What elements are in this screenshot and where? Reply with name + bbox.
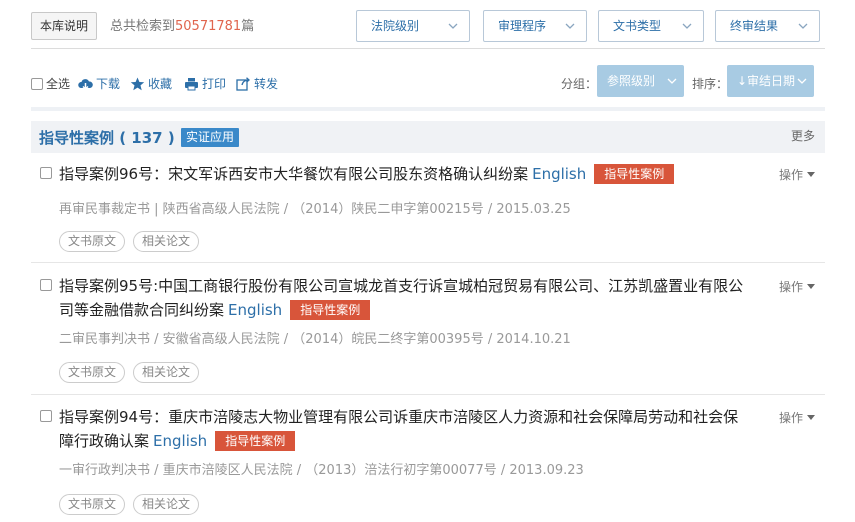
operation-label: 操作 xyxy=(778,411,803,425)
more-link[interactable]: 更多 xyxy=(791,127,815,144)
case-divider xyxy=(31,394,825,395)
result-count-suffix: 篇 xyxy=(241,19,255,34)
case-meta: 二审民事判决书 / 安徽省高级人民法院 / （2014）皖民二终字第00395号… xyxy=(59,332,571,347)
guiding-case-badge: 指导性案例 xyxy=(594,164,675,184)
original-document-button[interactable]: 文书原文 xyxy=(59,231,126,252)
chevron-down-icon xyxy=(798,23,808,29)
download-button[interactable]: 下载 xyxy=(78,75,120,92)
case-title-line: 指导案例96号：宋文军诉西安市大华餐饮有限公司股东资格确认纠纷案 English 指… xyxy=(59,162,749,186)
operation-menu[interactable]: 操作 xyxy=(779,409,815,426)
operation-menu[interactable]: 操作 xyxy=(779,278,815,295)
action-toolbar: 全选 下载 收藏 打印 转发 分组： 参照级别 排序： ↓审结日期 xyxy=(0,62,855,102)
cloud-download-icon xyxy=(78,78,93,90)
chevron-down-icon xyxy=(797,78,807,84)
original-document-button[interactable]: 文书原文 xyxy=(59,362,126,383)
filter-final-result[interactable]: 终审结果 xyxy=(715,10,820,42)
forward-button[interactable]: 转发 xyxy=(236,75,278,92)
english-link[interactable]: English xyxy=(532,165,586,183)
filter-court-level[interactable]: 法院级别 xyxy=(356,10,470,42)
case-actions: 文书原文 相关论文 xyxy=(59,362,200,383)
guiding-case-badge: 指导性案例 xyxy=(215,431,296,451)
operation-menu[interactable]: 操作 xyxy=(779,166,815,183)
print-button[interactable]: 打印 xyxy=(184,75,226,92)
case-meta: 再审民事裁定书 | 陕西省高级人民法院 / （2014）陕民二申字第00215号… xyxy=(59,202,571,217)
related-papers-button[interactable]: 相关论文 xyxy=(133,494,200,515)
group-dropdown[interactable]: 参照级别 xyxy=(597,65,684,97)
case-title-line: 指导案例94号：重庆市涪陵志大物业管理有限公司诉重庆市涪陵区人力资源和社会保障局… xyxy=(59,405,749,453)
caret-down-icon xyxy=(807,284,815,289)
case-title-line: 指导案例95号:中国工商银行股份有限公司宣城龙首支行诉宣城柏冠贸易有限公司、江苏… xyxy=(59,274,749,322)
download-label: 下载 xyxy=(96,77,121,91)
group-dropdown-value: 参照级别 xyxy=(607,74,656,88)
share-icon xyxy=(236,76,250,91)
case-item: 指导案例94号：重庆市涪陵志大物业管理有限公司诉重庆市涪陵区人力资源和社会保障局… xyxy=(31,405,825,517)
related-papers-button[interactable]: 相关论文 xyxy=(133,231,200,252)
caret-down-icon xyxy=(807,415,815,420)
printer-icon xyxy=(185,77,198,90)
case-meta: 一审行政判决书 / 重庆市涪陵区人民法院 / （2013）涪法行初字第00077… xyxy=(59,463,584,478)
filter-document-type-label: 文书类型 xyxy=(613,19,662,33)
chevron-down-icon xyxy=(682,23,692,29)
operation-label: 操作 xyxy=(778,168,803,182)
result-count-number: 50571781 xyxy=(175,19,242,34)
sort-dropdown[interactable]: ↓审结日期 xyxy=(727,65,814,97)
filter-document-type[interactable]: 文书类型 xyxy=(598,10,704,42)
case-checkbox[interactable] xyxy=(40,279,52,291)
select-all[interactable]: 全选 xyxy=(31,75,70,92)
favorite-button[interactable]: 收藏 xyxy=(130,75,172,92)
case-actions: 文书原文 相关论文 xyxy=(59,231,200,252)
section-header: 指导性案例 ( 137 ) 实证应用 更多 xyxy=(31,121,825,153)
favorite-label: 收藏 xyxy=(148,77,173,91)
case-item: 指导案例96号：宋文军诉西安市大华餐饮有限公司股东资格确认纠纷案 English 指… xyxy=(31,162,825,254)
case-title[interactable]: 指导案例96号：宋文军诉西安市大华餐饮有限公司股东资格确认纠纷案 xyxy=(59,165,528,183)
sort-label: 排序： xyxy=(692,77,729,91)
group-label: 分组： xyxy=(561,77,598,91)
section-title[interactable]: 指导性案例 ( 137 ) xyxy=(39,127,175,148)
case-title[interactable]: 指导案例95号:中国工商银行股份有限公司宣城龙首支行诉宣城柏冠贸易有限公司、江苏… xyxy=(59,277,743,319)
star-icon xyxy=(130,77,145,90)
filter-trial-procedure-label: 审理程序 xyxy=(498,19,547,33)
case-divider xyxy=(31,262,825,263)
case-checkbox[interactable] xyxy=(40,410,52,422)
about-library-button[interactable]: 本库说明 xyxy=(31,12,97,40)
operation-label: 操作 xyxy=(778,280,803,294)
result-count-prefix: 总共检索到 xyxy=(110,19,176,34)
print-label: 打印 xyxy=(202,77,227,91)
top-bar: 本库说明 总共检索到50571781篇 法院级别 审理程序 文书类型 终审结果 xyxy=(0,0,855,52)
chevron-down-icon xyxy=(448,23,458,29)
guiding-case-badge: 指导性案例 xyxy=(290,300,371,320)
filter-trial-procedure[interactable]: 审理程序 xyxy=(483,10,587,42)
case-item: 指导案例95号:中国工商银行股份有限公司宣城龙首支行诉宣城柏冠贸易有限公司、江苏… xyxy=(31,274,825,386)
filter-court-level-label: 法院级别 xyxy=(371,19,420,33)
english-link[interactable]: English xyxy=(153,432,207,450)
toolbar-divider xyxy=(31,107,825,111)
section-tag[interactable]: 实证应用 xyxy=(181,128,240,147)
forward-label: 转发 xyxy=(254,77,279,91)
caret-down-icon xyxy=(807,172,815,177)
chevron-down-icon xyxy=(565,23,575,29)
top-divider xyxy=(31,48,825,49)
original-document-button[interactable]: 文书原文 xyxy=(59,494,126,515)
related-papers-button[interactable]: 相关论文 xyxy=(133,362,200,383)
case-actions: 文书原文 相关论文 xyxy=(59,494,200,515)
result-count: 总共检索到50571781篇 xyxy=(110,15,254,34)
case-checkbox[interactable] xyxy=(40,167,52,179)
english-link[interactable]: English xyxy=(228,301,282,319)
chevron-down-icon xyxy=(667,78,677,84)
select-all-checkbox[interactable] xyxy=(31,77,43,90)
select-all-label: 全选 xyxy=(46,77,71,91)
sort-dropdown-value: ↓审结日期 xyxy=(737,74,796,88)
filter-final-result-label: 终审结果 xyxy=(730,19,779,33)
